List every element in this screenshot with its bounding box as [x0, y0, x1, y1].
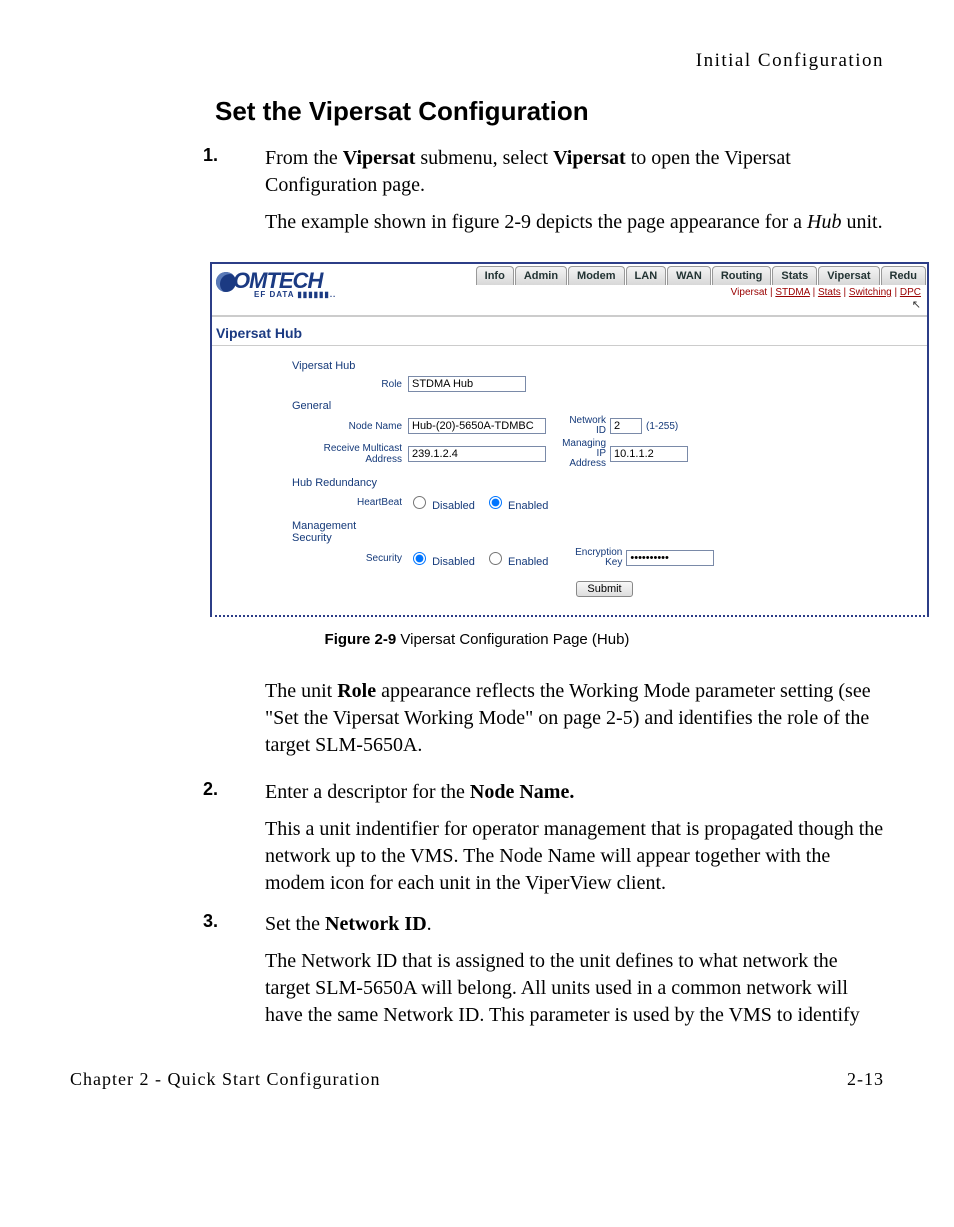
figure-header: OMTECH EF DATA ▮▮▮▮▮▮.. Info Admin Modem… [212, 264, 927, 316]
text: Set the [265, 913, 325, 935]
text-bold: Vipersat [553, 147, 626, 169]
security-disabled-radio[interactable] [413, 552, 426, 565]
disabled-label: Disabled [432, 500, 475, 512]
submit-button[interactable]: Submit [576, 581, 632, 597]
text-bold: Vipersat [343, 147, 416, 169]
recv-multicast-input[interactable] [408, 446, 546, 462]
subnav-switching[interactable]: Switching [849, 287, 892, 298]
form-area: Vipersat Hub Role General Node Name Netw… [212, 346, 927, 615]
managing-ip-label: Managing IP Address [546, 439, 610, 469]
recv-multicast-label: Receive Multicast Address [292, 443, 408, 465]
caption-rest: Vipersat Configuration Page (Hub) [396, 631, 629, 648]
section-management-security: Management Security [292, 520, 917, 544]
network-id-label: Network ID [546, 416, 610, 436]
text: The example shown in figure 2-9 depicts … [265, 211, 807, 233]
caption-bold: Figure 2-9 [325, 631, 397, 648]
tab-lan[interactable]: LAN [626, 266, 667, 285]
step-1-number: 1. [203, 145, 233, 199]
section-vipersat-hub: Vipersat Hub [292, 360, 917, 372]
heartbeat-enabled-radio[interactable] [489, 496, 502, 509]
text: From the [265, 147, 343, 169]
disabled-label-2: Disabled [432, 556, 475, 568]
tab-redu[interactable]: Redu [881, 266, 927, 285]
role-input[interactable] [408, 376, 526, 392]
page-footer: Chapter 2 - Quick Start Configuration 2-… [70, 1069, 884, 1090]
security-enabled-radio[interactable] [489, 552, 502, 565]
encryption-key-label: Encryption Key [554, 548, 626, 568]
tab-modem[interactable]: Modem [568, 266, 625, 285]
step-1-text: From the Vipersat submenu, select Vipers… [265, 145, 884, 199]
sub-nav: Vipersat | STDMA | Stats | Switching | D… [342, 285, 927, 315]
logo: OMTECH EF DATA ▮▮▮▮▮▮.. [212, 264, 342, 299]
page-header: Initial Configuration [70, 50, 884, 72]
text-bold: Network ID [325, 913, 427, 935]
tab-stats[interactable]: Stats [772, 266, 817, 285]
security-label: Security [292, 553, 408, 564]
text-italic: Hub [807, 211, 841, 233]
heartbeat-label: HeartBeat [292, 497, 408, 508]
tab-admin[interactable]: Admin [515, 266, 567, 285]
heartbeat-disabled-radio[interactable] [413, 496, 426, 509]
role-label: Role [292, 379, 408, 390]
heartbeat-enabled-option[interactable]: Enabled [484, 500, 548, 512]
tab-info[interactable]: Info [476, 266, 514, 285]
network-id-input[interactable] [610, 418, 642, 434]
node-name-input[interactable] [408, 418, 546, 434]
section-general: General [292, 400, 917, 412]
section-hub-redundancy: Hub Redundancy [292, 477, 917, 489]
step-3-number: 3. [203, 911, 233, 938]
managing-ip-input[interactable] [610, 446, 688, 462]
enabled-label: Enabled [508, 500, 548, 512]
node-name-label: Node Name [292, 421, 408, 432]
encryption-key-input[interactable] [626, 550, 714, 566]
footer-right: 2-13 [847, 1069, 884, 1090]
step-2-follow: This a unit indentifier for operator man… [265, 816, 884, 897]
heartbeat-disabled-option[interactable]: Disabled [408, 500, 475, 512]
subnav-dpc[interactable]: DPC [900, 287, 921, 298]
between-paragraph: The unit Role appearance reflects the Wo… [265, 678, 884, 759]
text-bold: Node Name. [470, 781, 574, 803]
step-1-follow: The example shown in figure 2-9 depicts … [265, 209, 884, 236]
security-disabled-option[interactable]: Disabled [408, 556, 475, 568]
step-2-text: Enter a descriptor for the Node Name. [265, 779, 884, 806]
tab-wan[interactable]: WAN [667, 266, 711, 285]
tab-vipersat[interactable]: Vipersat [818, 266, 879, 285]
subnav-stats[interactable]: Stats [818, 287, 841, 298]
step-2-number: 2. [203, 779, 233, 806]
text: unit. [841, 211, 882, 233]
figure-caption: Figure 2-9 Vipersat Configuration Page (… [70, 631, 884, 648]
network-id-hint: (1-255) [642, 421, 678, 432]
text: The unit [265, 680, 337, 702]
footer-left: Chapter 2 - Quick Start Configuration [70, 1069, 380, 1090]
step-3-text: Set the Network ID. [265, 911, 884, 938]
step-3-follow: The Network ID that is assigned to the u… [265, 948, 884, 1029]
subnav-stdma[interactable]: STDMA [775, 287, 809, 298]
text: . [427, 913, 432, 935]
tab-routing[interactable]: Routing [712, 266, 772, 285]
tab-bar: Info Admin Modem LAN WAN Routing Stats V… [342, 264, 927, 285]
text: Enter a descriptor for the [265, 781, 470, 803]
enabled-label-2: Enabled [508, 556, 548, 568]
figure-screenshot: OMTECH EF DATA ▮▮▮▮▮▮.. Info Admin Modem… [210, 262, 929, 617]
text: submenu, select [415, 147, 553, 169]
text-bold: Role [337, 680, 376, 702]
cursor-icon: ↖ [912, 298, 921, 311]
security-enabled-option[interactable]: Enabled [484, 556, 548, 568]
section-title: Set the Vipersat Configuration [215, 96, 884, 127]
panel-title: Vipersat Hub [212, 316, 927, 346]
subnav-vipersat[interactable]: Vipersat [731, 287, 768, 298]
